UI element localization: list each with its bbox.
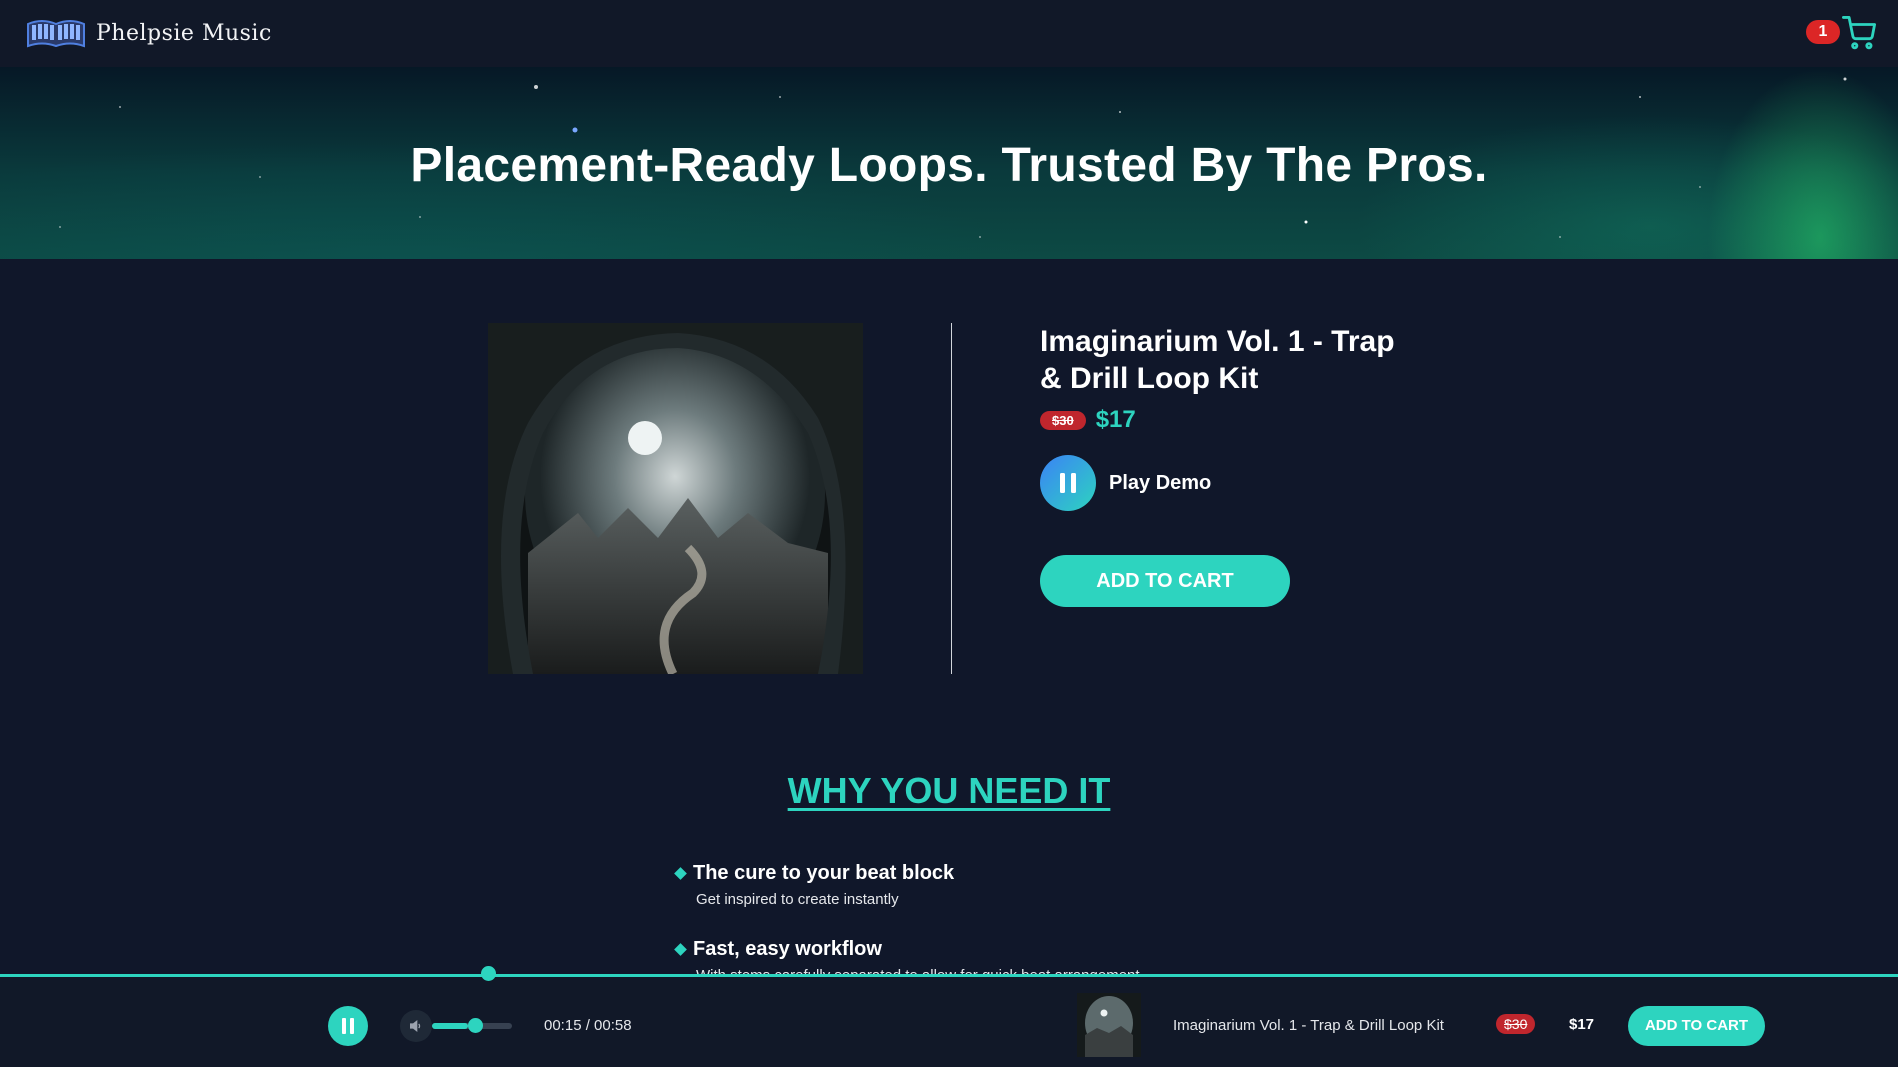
price-row: $30 $17 [1040,406,1136,434]
brand-link[interactable]: Phelpsie Music [26,18,272,50]
shopping-cart-icon [1842,16,1876,50]
piano-book-icon [27,19,85,47]
cart-count-badge: 1 [1806,20,1840,44]
feature-item: The cure to your beat block Get inspired… [674,862,955,908]
volume-handle[interactable] [468,1018,483,1033]
playback-time: 00:15 / 00:58 [544,1017,632,1034]
demo-pause-button[interactable] [1040,455,1096,511]
player-sale-price: $17 [1569,1016,1595,1033]
pause-icon [342,1018,354,1034]
volume-button[interactable] [400,1010,432,1042]
brand-name: Phelpsie Music [96,21,272,46]
volume-fill [432,1023,468,1029]
vertical-divider [951,323,952,674]
player-track-title: Imaginarium Vol. 1 - Trap & Drill Loop K… [1173,1017,1444,1034]
hero-title: Placement-Ready Loops. Trusted By The Pr… [410,139,1488,192]
audio-player-bar [0,974,1898,1067]
original-price: $30 [1040,410,1086,430]
feature-description: Get inspired to create instantly [696,891,899,908]
diamond-bullet-icon [674,943,687,956]
feature-title: Fast, easy workflow [693,938,882,960]
top-nav: Phelpsie Music 1 [0,0,1898,67]
why-heading: WHY YOU NEED IT [787,770,1111,811]
play-demo-control[interactable]: Play Demo [1040,455,1211,511]
play-demo-label[interactable]: Play Demo [1109,472,1211,495]
cart-button[interactable]: 1 [1806,16,1876,52]
pause-icon [1060,473,1076,493]
product-title: Imaginarium Vol. 1 - Trap & Drill Loop K… [1040,325,1395,395]
player-original-price: $30 [1496,1014,1536,1034]
speaker-icon [410,1019,421,1033]
feature-title: The cure to your beat block [693,862,955,884]
sale-price: $17 [1095,406,1136,433]
player-thumbnail [1077,993,1141,1057]
player-add-to-cart-button[interactable]: ADD TO CART [1628,1006,1765,1046]
player-pause-button[interactable] [328,1006,368,1046]
hero-banner: Placement-Ready Loops. Trusted By The Pr… [0,67,1898,259]
progress-handle[interactable] [481,966,496,981]
diamond-bullet-icon [674,867,687,880]
add-to-cart-button[interactable]: ADD TO CART [1040,555,1290,607]
product-cover-image[interactable] [488,323,863,674]
